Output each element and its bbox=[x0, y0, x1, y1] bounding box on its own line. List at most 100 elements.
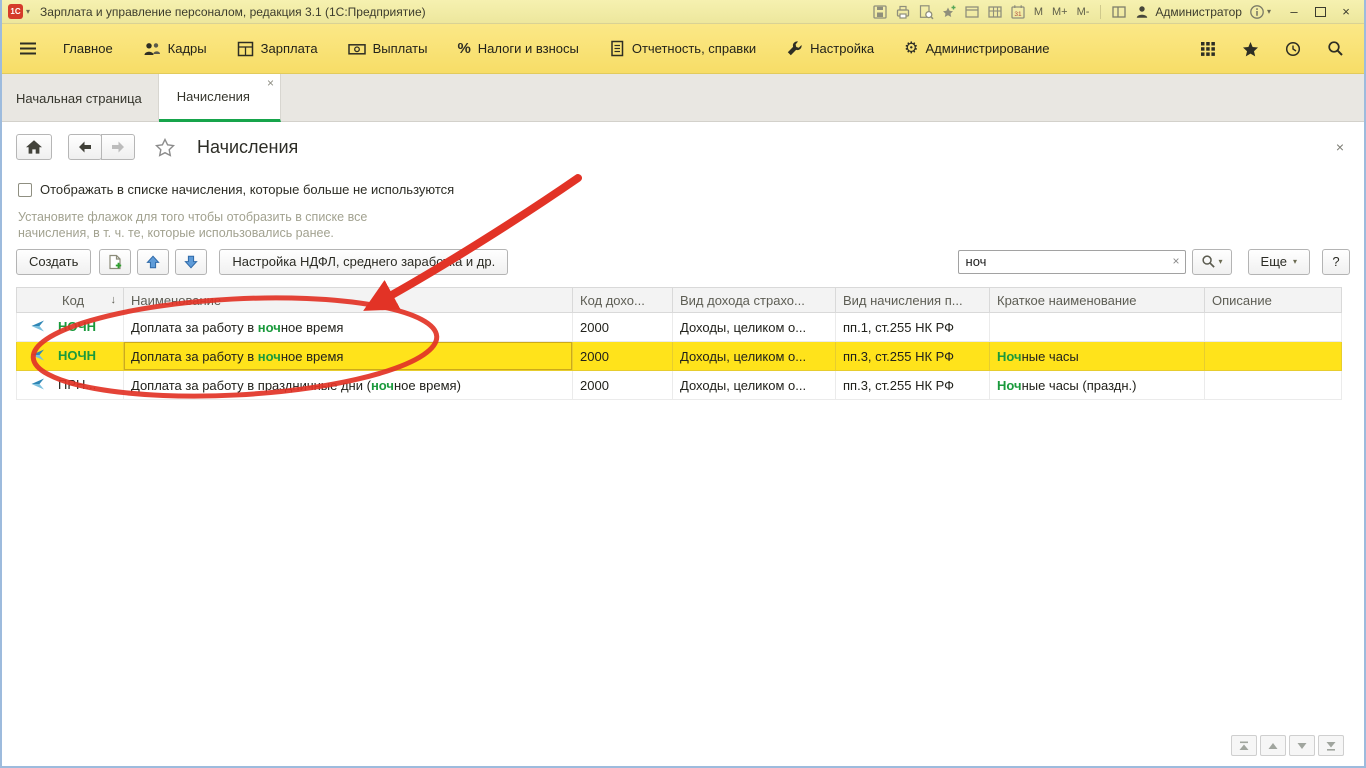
create-group-button[interactable] bbox=[99, 249, 131, 275]
memory-mplus-button[interactable]: М+ bbox=[1051, 6, 1069, 18]
cell-name[interactable]: Доплата за работу в ночное время bbox=[124, 313, 573, 342]
cell-short-name[interactable]: Ночные часы (праздн.) bbox=[990, 371, 1205, 400]
history-button[interactable] bbox=[1285, 41, 1301, 57]
search-clear-icon[interactable]: × bbox=[1173, 255, 1180, 267]
cell-name[interactable]: Доплата за работу в праздничные дни (ноч… bbox=[124, 371, 573, 400]
cell-short-name[interactable]: Ночные часы bbox=[990, 342, 1205, 371]
show-unused-label: Отображать в списке начисления, которые … bbox=[40, 182, 454, 197]
page-up-button[interactable] bbox=[1260, 735, 1286, 756]
tab-accruals[interactable]: Начисления × bbox=[159, 74, 281, 122]
table-row[interactable]: НОЧН Доплата за работу в ночное время 20… bbox=[17, 313, 1342, 342]
menu-item-administration[interactable]: ⚙ Администрирование bbox=[889, 24, 1064, 73]
current-user[interactable]: Администратор bbox=[1134, 4, 1242, 20]
global-search-button[interactable] bbox=[1327, 40, 1344, 57]
menu-item-reports[interactable]: Отчетность, справки bbox=[594, 24, 771, 73]
close-button[interactable]: × bbox=[1334, 3, 1358, 21]
main-menu-button[interactable] bbox=[8, 24, 48, 73]
menu-item-settings[interactable]: Настройка bbox=[771, 24, 889, 73]
menu-item-taxes[interactable]: % Налоги и взносы bbox=[442, 24, 593, 73]
favorites-button[interactable] bbox=[1242, 41, 1259, 57]
print-preview-icon[interactable] bbox=[918, 4, 934, 20]
table-icon[interactable] bbox=[987, 4, 1003, 20]
move-down-button[interactable] bbox=[175, 249, 207, 275]
add-to-favorites-button[interactable] bbox=[155, 138, 175, 157]
cell-accrual-kind[interactable]: пп.3, ст.255 НК РФ bbox=[836, 371, 990, 400]
memory-mminus-button[interactable]: М- bbox=[1076, 6, 1091, 18]
column-header-code[interactable]: Код↓ bbox=[17, 288, 124, 313]
cell-insurance-income-type[interactable]: Доходы, целиком о... bbox=[673, 313, 836, 342]
hint-text-line1: Установите флажок для того чтобы отобраз… bbox=[18, 210, 367, 224]
info-caret-icon: ▾ bbox=[1267, 7, 1271, 16]
cell-description[interactable] bbox=[1205, 313, 1342, 342]
cell-code: ПРН... bbox=[58, 377, 96, 392]
table-row[interactable]: НОЧН Доплата за работу в ночное время 20… bbox=[17, 342, 1342, 371]
save-icon[interactable] bbox=[872, 4, 888, 20]
cell-accrual-kind[interactable]: пп.3, ст.255 НК РФ bbox=[836, 342, 990, 371]
back-button[interactable] bbox=[68, 134, 102, 160]
help-button[interactable]: ? bbox=[1322, 249, 1350, 275]
cell-insurance-income-type[interactable]: Доходы, целиком о... bbox=[673, 342, 836, 371]
column-header-income-code[interactable]: Код дохо... bbox=[573, 288, 673, 313]
gear-icon: ⚙ bbox=[904, 41, 918, 57]
column-header-insurance-income-type[interactable]: Вид дохода страхо... bbox=[673, 288, 836, 313]
cell-income-code[interactable]: 2000 bbox=[573, 371, 673, 400]
forward-button[interactable] bbox=[101, 134, 135, 160]
go-to-bottom-button[interactable] bbox=[1318, 735, 1344, 756]
menu-item-salary[interactable]: Зарплата bbox=[222, 24, 333, 73]
tab-home-page[interactable]: Начальная страница bbox=[0, 74, 159, 122]
go-to-top-button[interactable] bbox=[1231, 735, 1257, 756]
user-icon bbox=[1134, 4, 1150, 20]
service-functions-button[interactable] bbox=[1200, 41, 1216, 57]
create-button[interactable]: Создать bbox=[16, 249, 91, 275]
cell-insurance-income-type[interactable]: Доходы, целиком о... bbox=[673, 371, 836, 400]
column-header-description[interactable]: Описание bbox=[1205, 288, 1342, 313]
panel-toggle-icon[interactable] bbox=[1111, 4, 1127, 20]
column-header-accrual-kind[interactable]: Вид начисления п... bbox=[836, 288, 990, 313]
print-icon[interactable] bbox=[895, 4, 911, 20]
tab-label: Начисления bbox=[177, 89, 250, 104]
tab-close-icon[interactable]: × bbox=[267, 77, 274, 89]
table-row[interactable]: ПРН... Доплата за работу в праздничные д… bbox=[17, 371, 1342, 400]
accrual-type-icon bbox=[31, 320, 45, 335]
page-title: Начисления bbox=[197, 137, 298, 158]
move-up-button[interactable] bbox=[137, 249, 169, 275]
cell-name[interactable]: Доплата за работу в ночное время bbox=[124, 342, 573, 371]
home-button[interactable] bbox=[16, 134, 52, 160]
info-menu[interactable]: ▾ bbox=[1249, 4, 1271, 20]
down-icon bbox=[1296, 740, 1308, 752]
more-button[interactable]: Еще ▾ bbox=[1248, 249, 1310, 275]
system-menu-caret-icon[interactable]: ▾ bbox=[26, 7, 30, 16]
maximize-button[interactable] bbox=[1308, 3, 1332, 21]
cell-description[interactable] bbox=[1205, 342, 1342, 371]
cell-short-name[interactable] bbox=[990, 313, 1205, 342]
menu-item-main[interactable]: Главное bbox=[48, 24, 128, 73]
calendar-icon[interactable]: 31 bbox=[1010, 4, 1026, 20]
cell-income-code[interactable]: 2000 bbox=[573, 342, 673, 371]
report-icon bbox=[609, 40, 625, 57]
add-favorite-icon[interactable] bbox=[941, 4, 957, 20]
user-name: Администратор bbox=[1155, 5, 1242, 19]
menu-label: Зарплата bbox=[261, 41, 318, 56]
app-window: 1С ▾ Зарплата и управление персоналом, р… bbox=[0, 0, 1366, 768]
search-button[interactable]: ▾ bbox=[1192, 249, 1232, 275]
memory-m-button[interactable]: М bbox=[1033, 6, 1044, 18]
page-down-button[interactable] bbox=[1289, 735, 1315, 756]
ndfl-settings-button[interactable]: Настройка НДФЛ, среднего заработка и др. bbox=[219, 249, 508, 275]
tab-label: Начальная страница bbox=[16, 91, 142, 106]
go-bottom-icon bbox=[1325, 740, 1337, 752]
accrual-type-icon bbox=[31, 378, 45, 393]
column-header-name[interactable]: Наименование bbox=[124, 288, 573, 313]
show-unused-checkbox[interactable] bbox=[18, 183, 32, 197]
hamburger-icon bbox=[20, 42, 36, 55]
open-window-icon[interactable] bbox=[964, 4, 980, 20]
column-header-short-name[interactable]: Краткое наименование bbox=[990, 288, 1205, 313]
minimize-button[interactable]: – bbox=[1282, 3, 1306, 21]
app-logo-icon[interactable]: 1С bbox=[8, 4, 23, 19]
menu-item-personnel[interactable]: Кадры bbox=[128, 24, 222, 73]
search-input[interactable] bbox=[958, 250, 1186, 274]
page-close-icon[interactable]: × bbox=[1336, 140, 1344, 154]
cell-accrual-kind[interactable]: пп.1, ст.255 НК РФ bbox=[836, 313, 990, 342]
cell-description[interactable] bbox=[1205, 371, 1342, 400]
menu-item-payments[interactable]: Выплаты bbox=[333, 24, 443, 73]
cell-income-code[interactable]: 2000 bbox=[573, 313, 673, 342]
